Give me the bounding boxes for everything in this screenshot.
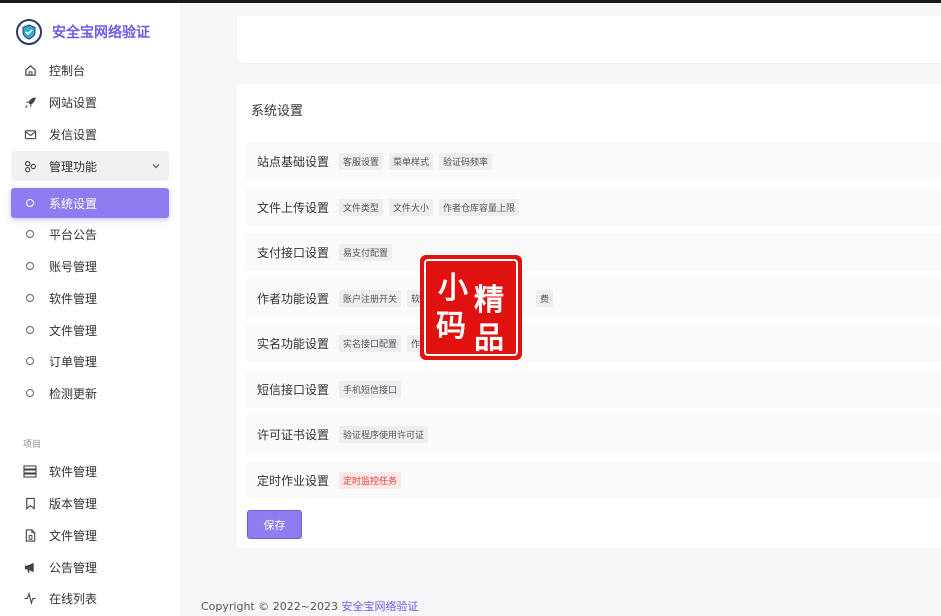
sidebar-item-mail-settings[interactable]: 发信设置	[11, 119, 169, 149]
sidebar-subitem-system-settings[interactable]: 系统设置	[11, 188, 169, 218]
settings-row-license[interactable]: 许可证书设置 验证程序使用许可证	[246, 415, 941, 453]
sidebar-item-console[interactable]: 控制台	[11, 55, 169, 85]
home-icon	[23, 63, 37, 77]
circle-bullet-icon	[23, 323, 37, 337]
sidebar-item-label: 管理功能	[49, 159, 98, 174]
brand[interactable]: 安全宝网络验证	[16, 19, 150, 45]
row-label: 支付接口设置	[257, 245, 330, 260]
watermark-stamp: 小 精 码 品	[420, 255, 522, 360]
tag[interactable]: 文件类型	[339, 198, 384, 216]
row-label: 实名功能设置	[257, 336, 330, 351]
settings-card: 系统设置 站点基础设置 客服设置 菜单样式 验证码频率 文件上传设置 文件类型 …	[237, 84, 941, 548]
stamp-char: 码	[436, 309, 466, 344]
tag[interactable]: 验证程序使用许可证	[339, 425, 429, 443]
sidebar-item-project-software[interactable]: 软件管理	[11, 456, 169, 486]
circle-bullet-icon	[23, 386, 37, 400]
tag[interactable]: 文件大小	[389, 198, 434, 216]
sidebar-item-label: 账号管理	[49, 259, 98, 274]
settings-row-realname[interactable]: 实名功能设置 实名接口配置 作	[246, 324, 941, 362]
sidebar-item-label: 在线列表	[49, 591, 98, 606]
sidebar-item-label: 系统设置	[49, 196, 98, 211]
row-label: 站点基础设置	[257, 154, 330, 169]
settings-row-author[interactable]: 作者功能设置 账户注册开关 软 费	[246, 279, 941, 317]
sidebar-item-project-versions[interactable]: 版本管理	[11, 488, 169, 518]
modules-icon	[23, 159, 37, 173]
sidebar-item-label: 文件管理	[49, 323, 98, 338]
mail-icon	[23, 127, 37, 141]
circle-bullet-icon	[23, 354, 37, 368]
row-label: 短信接口设置	[257, 382, 330, 397]
sidebar-item-label: 发信设置	[49, 127, 98, 142]
tag[interactable]: 费	[536, 289, 554, 307]
sidebar-subitem-account-management[interactable]: 账号管理	[11, 251, 169, 281]
row-label: 定时作业设置	[257, 473, 330, 488]
circle-bullet-icon	[23, 291, 37, 305]
section-label-projects: 项目	[23, 440, 42, 450]
row-label: 许可证书设置	[257, 427, 330, 442]
settings-row-file-upload[interactable]: 文件上传设置 文件类型 文件大小 作者仓库容量上限	[246, 188, 941, 226]
sidebar-item-project-files[interactable]: 文件管理	[11, 520, 169, 550]
sidebar-subitem-check-updates[interactable]: 检测更新	[11, 378, 169, 408]
tag[interactable]: 作者仓库容量上限	[439, 198, 520, 216]
tag[interactable]: 易支付配置	[339, 243, 393, 261]
circle-bullet-icon	[23, 227, 37, 241]
chevron-down-icon	[151, 160, 161, 174]
sidebar-subitem-software-management[interactable]: 软件管理	[11, 283, 169, 313]
sidebar: 安全宝网络验证 控制台 网站设置 发信设置 管理功能 系统设置 平台公告 账号管…	[0, 3, 180, 616]
sidebar-item-project-online[interactable]: 在线列表	[11, 583, 169, 613]
tag[interactable]: 手机短信接口	[339, 380, 402, 398]
brand-title: 安全宝网络验证	[52, 25, 150, 41]
sidebar-subitem-file-management[interactable]: 文件管理	[11, 315, 169, 345]
sidebar-item-label: 检测更新	[49, 386, 98, 401]
pulse-icon	[23, 591, 37, 605]
sidebar-item-label: 控制台	[49, 63, 86, 78]
top-card	[237, 16, 941, 63]
tag[interactable]: 定时监控任务	[339, 471, 402, 489]
footer-link[interactable]: 安全宝网络验证	[341, 600, 418, 613]
bookmark-icon	[23, 496, 37, 510]
tag[interactable]: 实名接口配置	[339, 334, 402, 352]
row-label: 作者功能设置	[257, 291, 330, 306]
page-title: 系统设置	[251, 104, 304, 119]
megaphone-icon	[23, 560, 37, 574]
tag[interactable]: 账户注册开关	[339, 289, 402, 307]
stamp-char: 品	[474, 321, 504, 356]
sidebar-item-label: 软件管理	[49, 464, 98, 479]
settings-row-cron[interactable]: 定时作业设置 定时监控任务	[246, 461, 941, 499]
sidebar-group-management[interactable]: 管理功能	[11, 151, 169, 181]
tag[interactable]: 菜单样式	[389, 152, 434, 170]
tag[interactable]: 验证码频率	[439, 152, 493, 170]
settings-row-payment[interactable]: 支付接口设置 易支付配置	[246, 233, 941, 271]
save-button[interactable]: 保存	[247, 510, 302, 539]
rocket-icon	[23, 95, 37, 109]
shield-logo-icon	[16, 19, 42, 45]
tag[interactable]: 客服设置	[339, 152, 384, 170]
sidebar-item-label: 平台公告	[49, 227, 98, 242]
sidebar-item-project-notices[interactable]: 公告管理	[11, 552, 169, 582]
settings-row-sms[interactable]: 短信接口设置 手机短信接口	[246, 370, 941, 408]
sidebar-item-label: 网站设置	[49, 95, 98, 110]
sidebar-item-label: 版本管理	[49, 496, 98, 511]
sidebar-subitem-order-management[interactable]: 订单管理	[11, 346, 169, 376]
file-icon	[23, 528, 37, 542]
sidebar-item-label: 公告管理	[49, 560, 98, 575]
footer: Copyright © 2022~2023 安全宝网络验证	[201, 598, 418, 614]
server-icon	[23, 464, 37, 478]
circle-bullet-icon	[23, 196, 37, 210]
row-label: 文件上传设置	[257, 200, 330, 215]
copyright-text: Copyright © 2022~2023	[201, 600, 338, 613]
sidebar-subitem-platform-notice[interactable]: 平台公告	[11, 219, 169, 249]
sidebar-item-label: 订单管理	[49, 354, 98, 369]
sidebar-item-label: 软件管理	[49, 291, 98, 306]
sidebar-item-site-settings[interactable]: 网站设置	[11, 87, 169, 117]
circle-bullet-icon	[23, 259, 37, 273]
sidebar-item-label: 文件管理	[49, 528, 98, 543]
settings-row-site-basic[interactable]: 站点基础设置 客服设置 菜单样式 验证码频率	[246, 142, 941, 180]
